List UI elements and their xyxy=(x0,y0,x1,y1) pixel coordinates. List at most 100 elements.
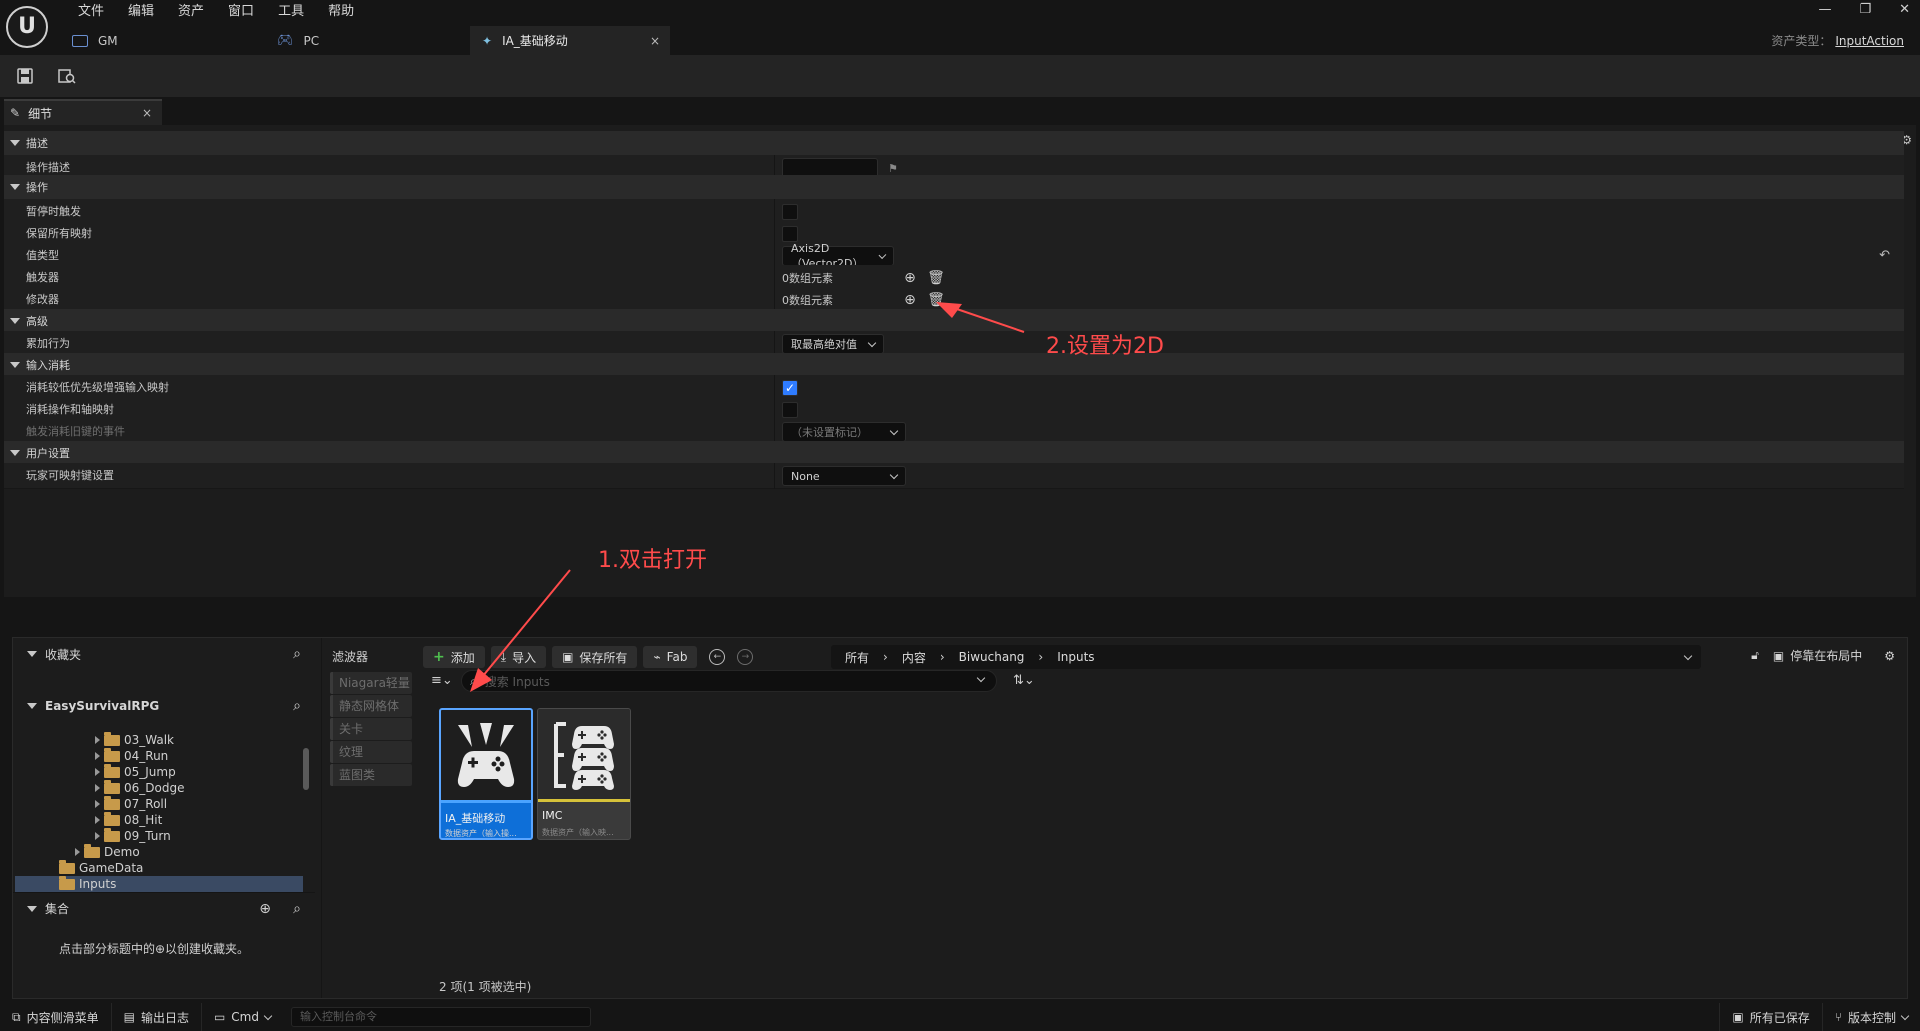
flag-icon[interactable]: ⚑ xyxy=(888,162,898,175)
filter-texture[interactable]: 纹理 xyxy=(330,741,412,763)
add-button[interactable]: + 添加 xyxy=(423,646,485,668)
add-element-icon[interactable]: ⊕ xyxy=(902,292,918,308)
folder-icon xyxy=(104,795,120,810)
add-element-icon[interactable]: ⊕ xyxy=(902,270,918,286)
asset-tile-ia-basic-move[interactable]: IA_基础移动 数据资产（输入操... xyxy=(439,708,533,840)
menu-window[interactable]: 窗口 xyxy=(216,2,266,22)
fab-button[interactable]: ⌁ Fab xyxy=(643,646,698,668)
search-icon[interactable]: ⌕ xyxy=(293,901,301,917)
expand-arrow-icon[interactable] xyxy=(95,736,100,744)
asset-search-input[interactable]: ⌕ 搜索 Inputs xyxy=(461,670,997,692)
close-window-button[interactable]: ✕ xyxy=(1899,2,1910,17)
search-icon[interactable]: ⌕ xyxy=(293,698,301,714)
content-drawer-button[interactable]: ⧉ 内容侧滑菜单 xyxy=(0,1003,112,1031)
consume-lower-priority-checkbox[interactable]: ✓ xyxy=(782,380,798,396)
tree-item-inputs[interactable]: Inputs xyxy=(15,875,303,892)
breadcrumb-inputs[interactable]: Inputs xyxy=(1057,650,1094,664)
consume-legacy-checkbox[interactable] xyxy=(782,402,798,418)
menu-tools[interactable]: 工具 xyxy=(266,2,316,22)
tree-item-05-jump[interactable]: 05_Jump xyxy=(95,763,176,780)
player-mappable-dropdown[interactable]: None xyxy=(782,466,906,486)
expand-arrow-icon[interactable] xyxy=(95,752,100,760)
forward-arrow-icon[interactable]: → xyxy=(737,649,754,665)
minimize-button[interactable]: — xyxy=(1818,2,1831,17)
output-log-button[interactable]: ▤ 输出日志 xyxy=(112,1003,202,1031)
tree-item-07-roll[interactable]: 07_Roll xyxy=(95,795,167,812)
filter-static-mesh[interactable]: 静态网格体 xyxy=(330,695,412,717)
reserve-all-mappings-checkbox[interactable] xyxy=(782,226,798,242)
chevron-down-icon[interactable] xyxy=(1683,651,1693,660)
tree-item-demo[interactable]: Demo xyxy=(75,843,140,860)
dock-layout-button[interactable]: ▣ 停靠在布局中 xyxy=(1773,647,1862,664)
filter-niagara[interactable]: Niagara轻量 xyxy=(330,672,412,694)
section-consume-header[interactable]: 输入消耗 xyxy=(4,353,1904,377)
expand-arrow-icon[interactable] xyxy=(95,816,100,824)
all-saved-indicator[interactable]: ▣ 所有已保存 xyxy=(1719,1003,1821,1031)
breadcrumb-biwuchang[interactable]: Biwuchang xyxy=(959,650,1025,664)
section-advanced-header[interactable]: 高级 xyxy=(4,309,1904,333)
all-saved-label: 所有已保存 xyxy=(1749,1010,1810,1025)
source-control-button[interactable]: ⑂ 版本控制 xyxy=(1821,1003,1920,1031)
accumulation-dropdown[interactable]: 取最高绝对值 xyxy=(782,334,884,354)
add-collection-icon[interactable]: ⊕ xyxy=(259,901,271,917)
collapse-arrow-icon xyxy=(10,184,20,190)
section-user-header[interactable]: 用户设置 xyxy=(4,441,1904,465)
menu-help[interactable]: 帮助 xyxy=(316,2,366,22)
tree-item-08-hit[interactable]: 08_Hit xyxy=(95,811,162,828)
settings-gear-icon[interactable]: ⚙ xyxy=(1884,649,1895,663)
asset-tile-imc[interactable]: IMC 数据资产（输入映... xyxy=(537,708,631,840)
asset-type-value[interactable]: InputAction xyxy=(1835,34,1904,48)
chevron-right-icon[interactable]: › xyxy=(940,650,945,664)
tab-details[interactable]: ✎ 细节 × xyxy=(4,99,162,125)
tab-ia-basic-move[interactable]: ✦ IA_基础移动 × xyxy=(470,26,670,55)
tree-item-06-dodge[interactable]: 06_Dodge xyxy=(95,779,184,796)
trigger-when-paused-checkbox[interactable] xyxy=(782,204,798,220)
trash-icon[interactable]: 🗑︎ xyxy=(927,270,945,286)
value-type-dropdown[interactable]: Axis2D（Vector2D） xyxy=(782,242,894,270)
filter-level[interactable]: 关卡 xyxy=(330,718,412,740)
tree-item-09-turn[interactable]: 09_Turn xyxy=(95,827,171,844)
tab-gm[interactable]: GM xyxy=(60,26,265,55)
tree-scrollbar[interactable] xyxy=(303,748,309,790)
expand-arrow-icon[interactable] xyxy=(95,832,100,840)
import-button[interactable]: ⤓ 导入 xyxy=(490,646,547,668)
tab-pc[interactable]: 🎮︎ PC xyxy=(265,26,470,55)
expand-arrow-icon[interactable] xyxy=(95,784,100,792)
section-describe-header[interactable]: 描述 xyxy=(4,131,1904,155)
collections-header[interactable]: 集合 ⊕ ⌕ xyxy=(13,892,315,924)
tree-item-03-walk[interactable]: 03_Walk xyxy=(95,731,174,748)
project-header[interactable]: EasySurvivalRPG ⌕ xyxy=(13,690,315,722)
reset-to-default-icon[interactable]: ↶ xyxy=(1879,248,1890,263)
expand-arrow-icon[interactable] xyxy=(95,800,100,808)
section-action-header[interactable]: 操作 xyxy=(4,175,1904,199)
tree-item-gamedata[interactable]: GameData xyxy=(59,859,143,876)
restore-button[interactable]: ❐ xyxy=(1859,2,1871,17)
trash-icon[interactable]: 🗑︎ xyxy=(927,292,945,308)
unreal-logo-icon[interactable]: U xyxy=(6,6,48,48)
browse-asset-icon[interactable] xyxy=(56,65,78,87)
expand-arrow-icon[interactable] xyxy=(75,848,80,856)
chevron-right-icon[interactable]: › xyxy=(883,650,888,664)
trigger-legacy-dropdown[interactable]: （未设置标记） xyxy=(782,422,906,442)
menu-asset[interactable]: 资产 xyxy=(166,2,216,22)
back-arrow-icon[interactable]: ← xyxy=(709,649,726,665)
save-all-button[interactable]: ▣ 保存所有 xyxy=(552,646,638,668)
filter-icon[interactable]: ≡⌄ xyxy=(431,673,453,688)
close-icon[interactable]: × xyxy=(650,34,660,48)
expand-arrow-icon[interactable] xyxy=(95,768,100,776)
lock-icon[interactable]: 🔓︎ xyxy=(1751,648,1759,663)
menu-file[interactable]: 文件 xyxy=(66,2,116,22)
search-icon[interactable]: ⌕ xyxy=(293,646,301,662)
sort-icon[interactable]: ⇅⌄ xyxy=(1013,673,1035,688)
chevron-right-icon[interactable]: › xyxy=(1038,650,1043,664)
close-icon[interactable]: × xyxy=(142,106,152,120)
cmd-dropdown[interactable]: ▭ Cmd xyxy=(202,1003,283,1031)
tree-item-04-run[interactable]: 04_Run xyxy=(95,747,168,764)
menu-edit[interactable]: 编辑 xyxy=(116,2,166,22)
breadcrumb-content[interactable]: 内容 xyxy=(902,649,926,666)
breadcrumb-all[interactable]: 所有 xyxy=(845,649,869,666)
favorites-header[interactable]: 收藏夹 ⌕ xyxy=(13,638,315,670)
console-command-input[interactable]: 输入控制台命令 xyxy=(290,1007,591,1027)
save-icon[interactable] xyxy=(14,65,36,87)
filter-blueprint[interactable]: 蓝图类 xyxy=(330,764,412,786)
